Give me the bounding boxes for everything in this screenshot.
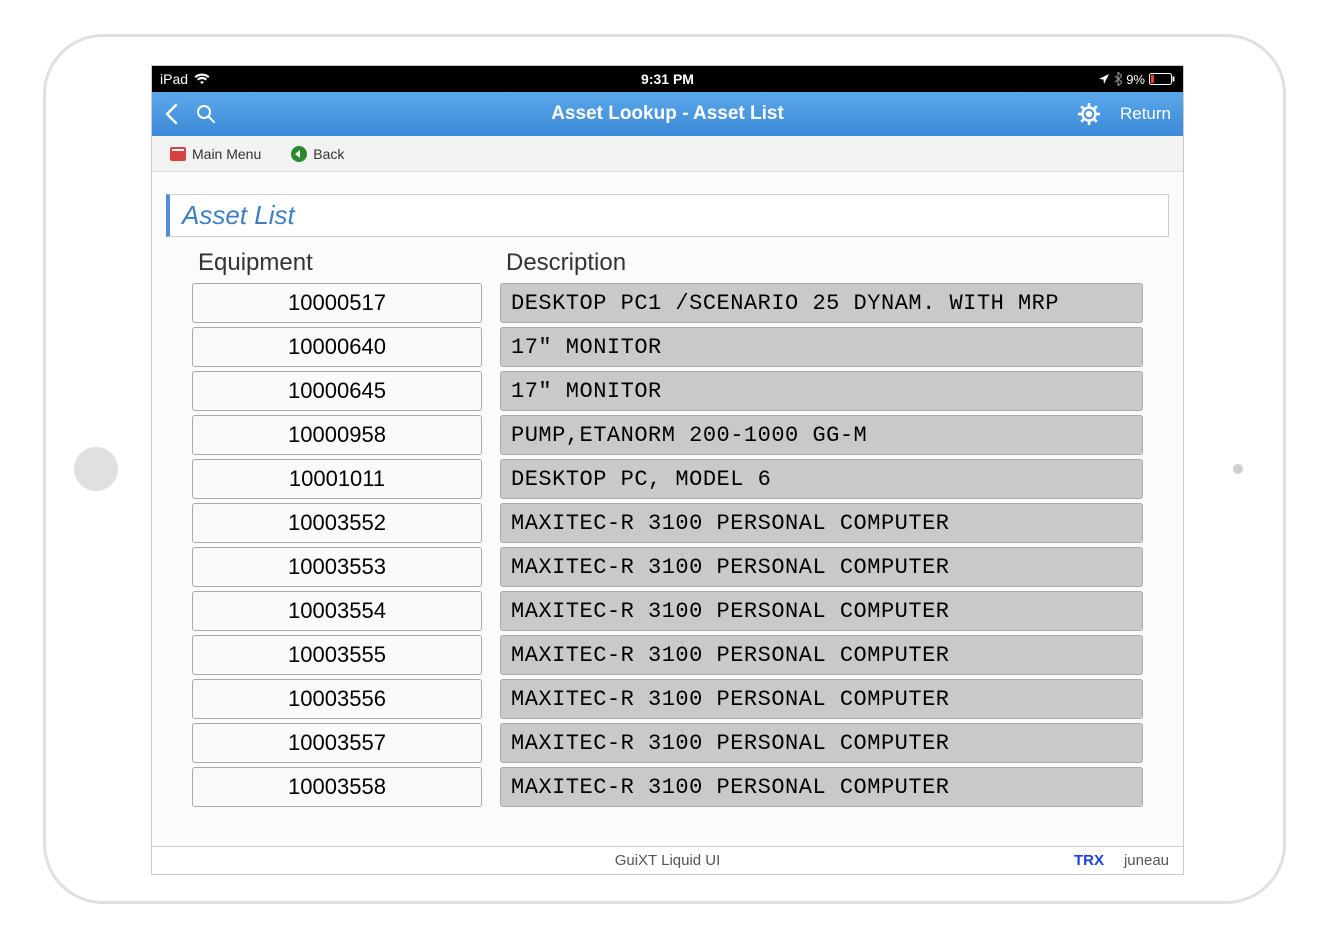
- navigation-bar: Asset Lookup - Asset List Return: [152, 92, 1183, 136]
- description-cell[interactable]: DESKTOP PC, MODEL 6: [500, 459, 1143, 499]
- back-label: Back: [313, 146, 344, 162]
- bluetooth-icon: [1114, 72, 1122, 86]
- back-chevron-icon[interactable]: [164, 103, 178, 125]
- footer-bar: GuiXT Liquid UI TRX juneau: [152, 846, 1183, 874]
- equipment-cell[interactable]: 10003557: [192, 723, 482, 763]
- equipment-cell[interactable]: 10003553: [192, 547, 482, 587]
- back-button[interactable]: Back: [291, 146, 344, 162]
- main-menu-button[interactable]: Main Menu: [170, 146, 261, 162]
- battery-icon: [1149, 73, 1175, 85]
- back-icon: [291, 146, 307, 162]
- description-cell[interactable]: DESKTOP PC1 /SCENARIO 25 DYNAM. WITH MRP: [500, 283, 1143, 323]
- main-menu-icon: [170, 147, 186, 161]
- search-icon[interactable]: [196, 104, 216, 124]
- clock: 9:31 PM: [641, 71, 694, 87]
- equipment-cell[interactable]: 10003556: [192, 679, 482, 719]
- description-cell[interactable]: 17" MONITOR: [500, 371, 1143, 411]
- main-menu-label: Main Menu: [192, 146, 261, 162]
- battery-percent: 9%: [1126, 72, 1145, 87]
- screen: iPad 9:31 PM 9%: [151, 65, 1184, 875]
- gear-icon[interactable]: [1078, 103, 1100, 125]
- column-header-equipment: Equipment: [192, 245, 482, 283]
- description-cell[interactable]: MAXITEC-R 3100 PERSONAL COMPUTER: [500, 503, 1143, 543]
- description-cell[interactable]: MAXITEC-R 3100 PERSONAL COMPUTER: [500, 547, 1143, 587]
- equipment-cell[interactable]: 10003552: [192, 503, 482, 543]
- trx-button[interactable]: TRX: [1074, 852, 1104, 869]
- return-button[interactable]: Return: [1120, 104, 1171, 124]
- description-cell[interactable]: MAXITEC-R 3100 PERSONAL COMPUTER: [500, 635, 1143, 675]
- section-title: Asset List: [182, 200, 1156, 231]
- equipment-cell[interactable]: 10000645: [192, 371, 482, 411]
- page-title: Asset Lookup - Asset List: [551, 103, 784, 125]
- camera-dot: [1233, 464, 1243, 474]
- content-area: Asset List Equipment 1000051710000640100…: [152, 172, 1183, 846]
- status-bar: iPad 9:31 PM 9%: [152, 66, 1183, 92]
- carrier-label: iPad: [160, 71, 188, 87]
- ipad-frame: iPad 9:31 PM 9%: [43, 34, 1286, 904]
- description-cell[interactable]: 17" MONITOR: [500, 327, 1143, 367]
- server-label: juneau: [1124, 852, 1169, 869]
- equipment-cell[interactable]: 10000640: [192, 327, 482, 367]
- description-cell[interactable]: MAXITEC-R 3100 PERSONAL COMPUTER: [500, 591, 1143, 631]
- description-cell[interactable]: MAXITEC-R 3100 PERSONAL COMPUTER: [500, 679, 1143, 719]
- equipment-cell[interactable]: 10001011: [192, 459, 482, 499]
- equipment-cell[interactable]: 10000958: [192, 415, 482, 455]
- wifi-icon: [194, 73, 210, 85]
- column-header-description: Description: [500, 245, 1143, 283]
- toolbar: Main Menu Back: [152, 136, 1183, 172]
- description-cell[interactable]: MAXITEC-R 3100 PERSONAL COMPUTER: [500, 723, 1143, 763]
- app-name-label: GuiXT Liquid UI: [615, 852, 721, 869]
- equipment-cell[interactable]: 10000517: [192, 283, 482, 323]
- description-cell[interactable]: PUMP,ETANORM 200-1000 GG-M: [500, 415, 1143, 455]
- equipment-cell[interactable]: 10003554: [192, 591, 482, 631]
- description-cell[interactable]: MAXITEC-R 3100 PERSONAL COMPUTER: [500, 767, 1143, 807]
- section-header: Asset List: [166, 194, 1169, 237]
- location-icon: [1098, 73, 1110, 85]
- equipment-cell[interactable]: 10003558: [192, 767, 482, 807]
- equipment-cell[interactable]: 10003555: [192, 635, 482, 675]
- home-button[interactable]: [74, 447, 118, 491]
